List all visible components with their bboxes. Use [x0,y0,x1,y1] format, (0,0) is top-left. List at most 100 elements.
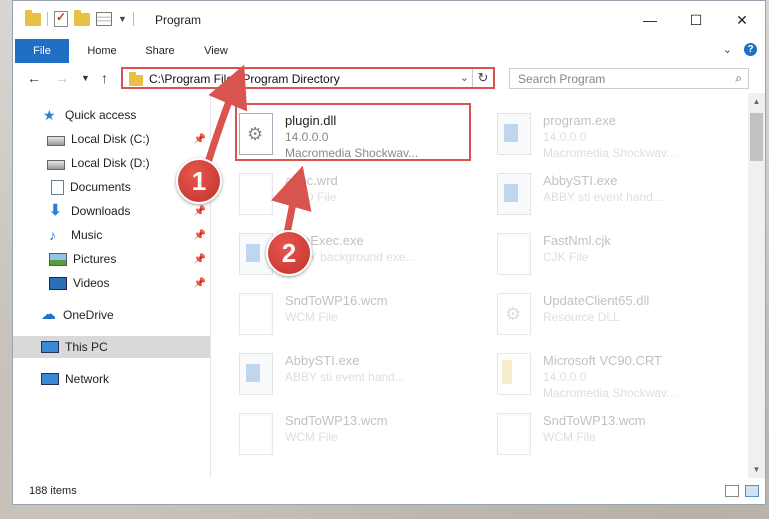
sidebar-item-quick-access[interactable]: ★ Quick access [13,104,210,126]
tab-home[interactable]: Home [77,39,127,63]
sidebar-item-videos[interactable]: Videos 📌 [13,272,210,294]
toolbar-separator [132,12,134,26]
disk-icon [47,135,65,146]
file-name: abpc.wrd [285,173,338,188]
new-folder-icon[interactable] [74,9,90,26]
window-controls: — ☐ ✕ [627,1,765,39]
sidebar-item-label: Network [65,372,110,386]
pin-icon: 📌 [193,133,206,145]
file-item[interactable]: UpdateClient65.dll Resource DLL [469,281,709,341]
file-name: SndToWP16.wcm [285,293,388,308]
disk-icon [47,159,65,170]
minimize-button[interactable]: — [627,1,673,39]
sidebar-item-music[interactable]: ♪ Music 📌 [13,224,210,246]
file-item[interactable]: SndToWP13.wcm WCM File [469,401,709,461]
refresh-icon[interactable]: ↻ [472,69,493,87]
document-icon [497,233,531,275]
exe-icon [239,353,273,395]
sidebar-item-label: Music [71,228,103,242]
vertical-scrollbar[interactable]: ▲ ▼ [748,93,765,478]
chevron-down-icon[interactable]: ⌄ [460,71,469,84]
address-path[interactable]: C:\Program Files\Program Directory [149,72,340,86]
dll-gear-icon [497,293,531,335]
sidebar-item-label: OneDrive [63,308,114,322]
videos-icon [49,276,67,290]
address-bar[interactable]: C:\Program Files\Program Directory ⌄ ↻ [121,67,495,89]
scroll-thumb[interactable] [750,113,763,161]
this-pc-icon [41,341,59,353]
folder-document-icon [497,353,531,395]
file-version: 14.0.0.0 [543,370,587,384]
file-name: AbbySTI.exe [543,173,618,188]
pictures-icon [49,252,67,266]
details-view-icon[interactable] [725,485,739,497]
pin-icon: 📌 [193,229,206,241]
up-arrow-icon[interactable]: ↑ [101,70,108,86]
file-type: ABBY sti event hand... [285,370,405,384]
step-badge-1: 1 [176,158,222,204]
help-icon[interactable]: ? [744,43,757,56]
file-description: Macromedia Shockwav... [543,146,677,160]
file-name: AbbySTI.exe [285,353,360,368]
document-icon [239,413,273,455]
file-type: Resource DLL [543,310,620,324]
file-item[interactable]: AbbySTI.exe ABBY sti event hand... [469,161,709,221]
scroll-down-icon[interactable]: ▼ [748,461,765,478]
file-type: WCM File [285,310,338,324]
tab-view[interactable]: View [191,39,241,63]
file-name: Microsoft VC90.CRT [543,353,662,368]
customize-toolbar-icon[interactable]: ▼ [118,14,127,24]
sidebar-item-network[interactable]: Network [13,368,210,390]
file-type: WCM File [285,430,338,444]
sidebar-item-pictures[interactable]: Pictures 📌 [13,248,210,270]
maximize-button[interactable]: ☐ [673,1,719,39]
file-version: 14.0.0.0 [543,130,587,144]
sidebar-item-onedrive[interactable]: ☁ OneDrive [13,304,210,326]
close-button[interactable]: ✕ [719,1,765,39]
file-item[interactable]: SndToWP13.wcm WCM File [211,401,451,461]
tab-file[interactable]: File [15,39,69,63]
file-item[interactable]: SndToWP16.wcm WCM File [211,281,451,341]
expand-ribbon-icon[interactable]: ⌄ [723,43,732,56]
music-icon: ♪ [49,227,56,243]
file-item[interactable]: FastNml.cjk CJK File [469,221,709,281]
onedrive-icon: ☁ [41,306,56,323]
toolbar-separator [47,12,48,26]
downloads-icon: ⬇ [49,202,62,219]
tiles-view-icon[interactable] [745,485,759,497]
sidebar-item-label: This PC [65,340,108,354]
file-name: program.exe [543,113,616,128]
documents-icon [51,179,64,195]
tab-share[interactable]: Share [135,39,185,63]
properties-icon[interactable] [96,12,112,26]
forward-arrow-icon[interactable]: → [55,70,69,86]
search-placeholder: Search Program [518,72,606,86]
sidebar-item-this-pc[interactable]: This PC [13,336,210,358]
search-input[interactable]: Search Program ⌕ [509,68,749,89]
file-item[interactable]: Microsoft VC90.CRT 14.0.0.0 Macromedia S… [469,341,709,401]
scroll-up-icon[interactable]: ▲ [748,93,765,110]
pin-icon: 📌 [193,277,206,289]
properties-check-icon[interactable] [54,10,68,27]
file-item[interactable]: FineExec.exe ABBY background exe... [211,221,451,281]
back-arrow-icon[interactable]: ← [27,70,41,86]
search-icon[interactable]: ⌕ [735,71,742,86]
file-name: SndToWP13.wcm [285,413,388,428]
pin-icon: 📌 [193,253,206,265]
navigation-pane: ★ Quick access Local Disk (C:) 📌 Local D… [13,99,210,479]
explorer-window: ▼ Program — ☐ ✕ File Home Share View ⌄ ?… [12,0,766,505]
star-icon: ★ [43,107,56,123]
sidebar-item-label: Videos [73,276,110,290]
file-name: UpdateClient65.dll [543,293,650,308]
step-badge-2: 2 [266,230,312,276]
title-bar: ▼ Program — ☐ ✕ [13,1,765,39]
file-item-program-exe[interactable]: program.exe 14.0.0.0 Macromedia Shockwav… [469,101,709,161]
sidebar-item-local-disk-c[interactable]: Local Disk (C:) 📌 [13,128,210,150]
sidebar-item-label: Local Disk (C:) [71,132,150,146]
recent-locations-icon[interactable]: ▼ [81,73,90,83]
file-description: Macromedia Shockwav... [543,386,677,400]
file-item[interactable]: AbbySTI.exe ABBY sti event hand... [211,341,451,401]
sidebar-item-downloads[interactable]: ⬇ Downloads 📌 [13,200,210,222]
file-item[interactable]: abpc.wrd WRD File [211,161,451,221]
sidebar-item-label: Quick access [65,108,137,122]
